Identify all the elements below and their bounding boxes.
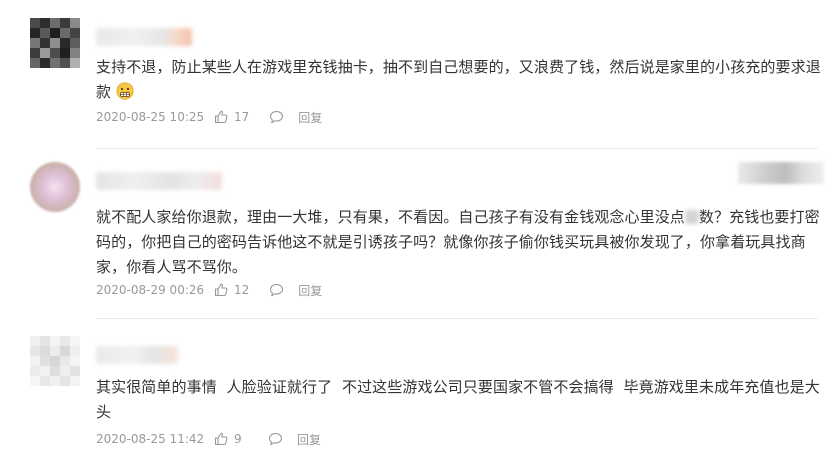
- reply-label: 回复: [297, 432, 322, 447]
- like-count: 9: [234, 432, 242, 446]
- comment-text: 就不配人家给你退款，理由一大堆，只有果，不看因。自己孩子有没有金钱观念心里没点数…: [96, 205, 826, 280]
- reply-bubble-icon: [268, 432, 283, 446]
- reply-label: 回复: [298, 110, 323, 125]
- thumbs-up-icon: [214, 432, 228, 446]
- comment-text: 支持不退，防止某些人在游戏里充钱抽卡，抽不到自己想要的，又浪费了钱，然后说是家里…: [96, 55, 826, 105]
- comment-text-part: 就不配人家给你退款，理由一大堆，只有果，不看因。自己孩子有没有金钱观念心里没点: [96, 208, 685, 226]
- like-count: 12: [234, 283, 250, 297]
- like-count: 17: [234, 110, 250, 124]
- comment-meta: 2020-08-29 00:26 12 回复: [96, 281, 322, 299]
- grimacing-face-emoji: [116, 82, 134, 100]
- comment-timestamp: 2020-08-25 10:25: [96, 110, 205, 124]
- reply-bubble-icon: [269, 110, 284, 124]
- reply-bubble-icon: [269, 283, 284, 297]
- avatar[interactable]: [30, 162, 80, 212]
- like-button[interactable]: 9: [214, 432, 248, 446]
- reply-label: 回复: [298, 283, 323, 298]
- comment-text-content: 支持不退，防止某些人在游戏里充钱抽卡，抽不到自己想要的，又浪费了钱，然后说是家里…: [96, 58, 821, 101]
- comment-item: 支持不退，防止某些人在游戏里充钱抽卡，抽不到自己想要的，又浪费了钱，然后说是家里…: [0, 0, 837, 148]
- comment-timestamp: 2020-08-25 11:42: [96, 432, 205, 446]
- comment-meta: 2020-08-25 10:25 17 回复: [96, 108, 322, 126]
- badge-redacted: [738, 162, 824, 184]
- reply-button[interactable]: 回复: [269, 282, 322, 299]
- thumbs-up-icon: [214, 110, 228, 124]
- avatar[interactable]: [30, 18, 80, 68]
- comment-text: 其实很简单的事情 人脸验证就行了 不过这些游戏公司只要国家不管不会搞得 毕竟游戏…: [96, 375, 826, 425]
- thumbs-up-icon: [214, 283, 228, 297]
- comment-timestamp: 2020-08-29 00:26: [96, 283, 205, 297]
- comment-item: 就不配人家给你退款，理由一大堆，只有果，不看因。自己孩子有没有金钱观念心里没点数…: [0, 148, 837, 318]
- like-button[interactable]: 17: [214, 110, 249, 124]
- comment-text-content: 其实很简单的事情 人脸验证就行了 不过这些游戏公司只要国家不管不会搞得 毕竟游戏…: [96, 378, 820, 421]
- like-button[interactable]: 12: [214, 283, 249, 297]
- redacted-word: [684, 210, 699, 224]
- avatar[interactable]: [30, 336, 80, 386]
- username-redacted: [96, 172, 222, 190]
- username-redacted: [96, 346, 178, 364]
- comment-item: 其实很简单的事情 人脸验证就行了 不过这些游戏公司只要国家不管不会搞得 毕竟游戏…: [0, 318, 837, 461]
- reply-button[interactable]: 回复: [269, 109, 322, 126]
- comment-meta: 2020-08-25 11:42 9 回复: [96, 430, 321, 448]
- username-redacted: [96, 28, 192, 46]
- reply-button[interactable]: 回复: [268, 431, 321, 448]
